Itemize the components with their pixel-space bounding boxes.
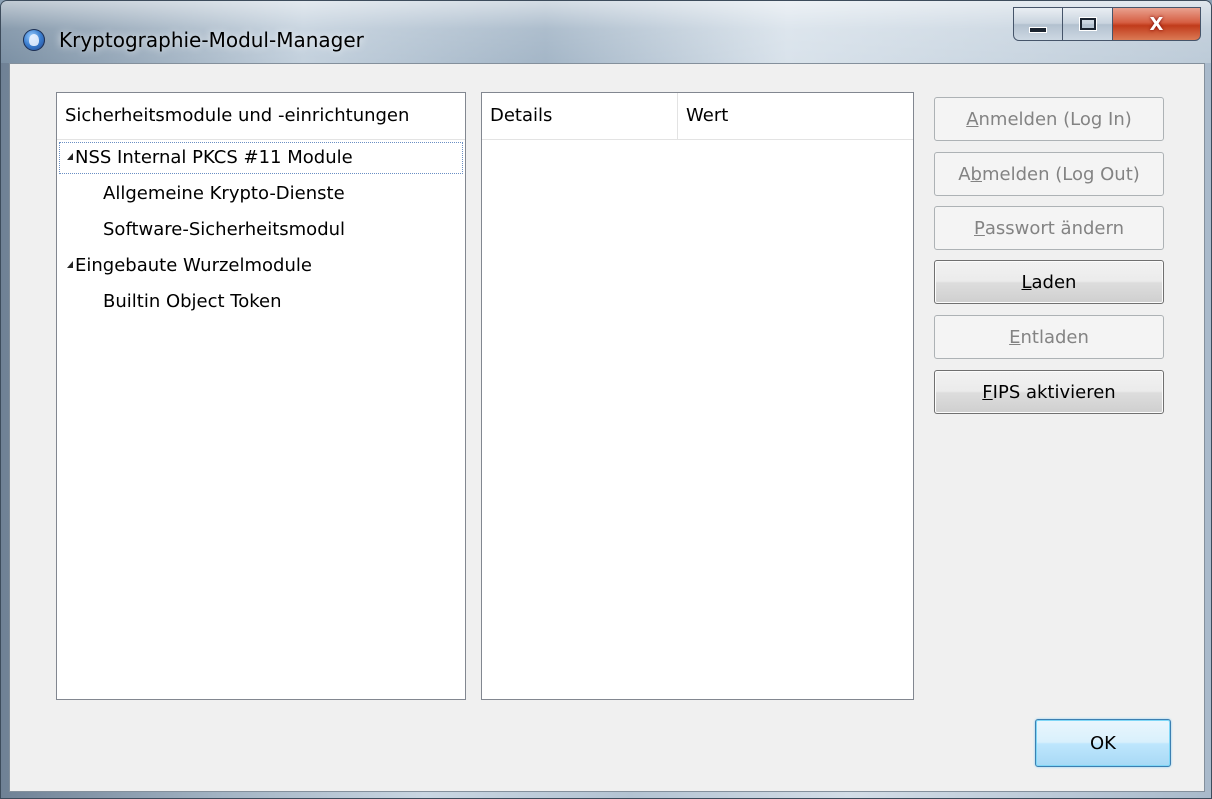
button-label: ntladen bbox=[1020, 326, 1089, 348]
close-button[interactable]: X bbox=[1113, 7, 1201, 41]
column-header-details[interactable]: Details bbox=[482, 93, 678, 139]
window-title: Kryptographie-Modul-Manager bbox=[59, 28, 364, 52]
minimize-button[interactable] bbox=[1013, 7, 1063, 41]
tree-item-label: NSS Internal PKCS #11 Module bbox=[75, 147, 353, 168]
maximize-icon bbox=[1079, 18, 1096, 30]
details-table[interactable]: Details Wert bbox=[481, 92, 914, 700]
expanded-triangle-icon[interactable] bbox=[67, 152, 73, 160]
title-bar[interactable]: Kryptographie-Modul-Manager X bbox=[1, 1, 1211, 63]
tree-item-label: Software-Sicherheitsmodul bbox=[103, 219, 346, 240]
tree-item-nss-internal[interactable]: NSS Internal PKCS #11 Module bbox=[57, 140, 465, 176]
enable-fips-button[interactable]: F IPS aktivieren bbox=[934, 370, 1164, 414]
button-label: IPS aktivieren bbox=[992, 381, 1116, 403]
thunderbird-icon bbox=[23, 29, 45, 51]
accesskey: F bbox=[982, 381, 993, 403]
button-label-prefix: A bbox=[958, 163, 971, 185]
accesskey: E bbox=[1009, 326, 1021, 348]
tree-item-label: Allgemeine Krypto-Dienste bbox=[103, 183, 345, 204]
column-header-value[interactable]: Wert bbox=[678, 93, 913, 139]
close-icon: X bbox=[1149, 13, 1164, 35]
accesskey: P bbox=[974, 217, 985, 239]
tree-item-label: Eingebaute Wurzelmodule bbox=[75, 255, 312, 276]
tree-item-software-sicherheitsmodul[interactable]: Software-Sicherheitsmodul bbox=[57, 212, 465, 248]
accesskey: b bbox=[970, 163, 982, 185]
button-label: melden (Log Out) bbox=[981, 163, 1140, 185]
tree-item-builtin-object-token[interactable]: Builtin Object Token bbox=[57, 284, 465, 320]
change-password-button[interactable]: Passwort ändern bbox=[934, 206, 1164, 250]
tree-item-label: Builtin Object Token bbox=[103, 291, 282, 312]
caption-buttons: X bbox=[1013, 7, 1201, 41]
unload-button[interactable]: Entladen bbox=[934, 315, 1164, 359]
accesskey: L bbox=[1021, 271, 1032, 293]
ok-button[interactable]: OK bbox=[1035, 719, 1171, 767]
tree-item-allgemeine-krypto-dienste[interactable]: Allgemeine Krypto-Dienste bbox=[57, 176, 465, 212]
button-label: nmelden (Log In) bbox=[978, 108, 1132, 130]
button-label: aden bbox=[1031, 271, 1077, 293]
minimize-icon bbox=[1029, 27, 1047, 33]
load-button[interactable]: Laden bbox=[934, 260, 1164, 304]
dialog-window: Kryptographie-Modul-Manager X Sicherheit… bbox=[0, 0, 1212, 799]
expanded-triangle-icon[interactable] bbox=[67, 260, 73, 268]
button-label: asswort ändern bbox=[984, 217, 1124, 239]
tree-item-eingebaute-wurzelmodule[interactable]: Eingebaute Wurzelmodule bbox=[57, 248, 465, 284]
security-modules-tree[interactable]: Sicherheitsmodule und -einrichtungen NSS… bbox=[56, 92, 466, 700]
logout-button[interactable]: Ab melden (Log Out) bbox=[934, 152, 1164, 196]
maximize-button[interactable] bbox=[1063, 7, 1113, 41]
accesskey: A bbox=[966, 108, 979, 130]
details-table-header: Details Wert bbox=[482, 93, 913, 140]
login-button[interactable]: Anmelden (Log In) bbox=[934, 97, 1164, 141]
tree-column-header[interactable]: Sicherheitsmodule und -einrichtungen bbox=[57, 93, 465, 140]
dialog-client-area: Sicherheitsmodule und -einrichtungen NSS… bbox=[9, 63, 1205, 792]
